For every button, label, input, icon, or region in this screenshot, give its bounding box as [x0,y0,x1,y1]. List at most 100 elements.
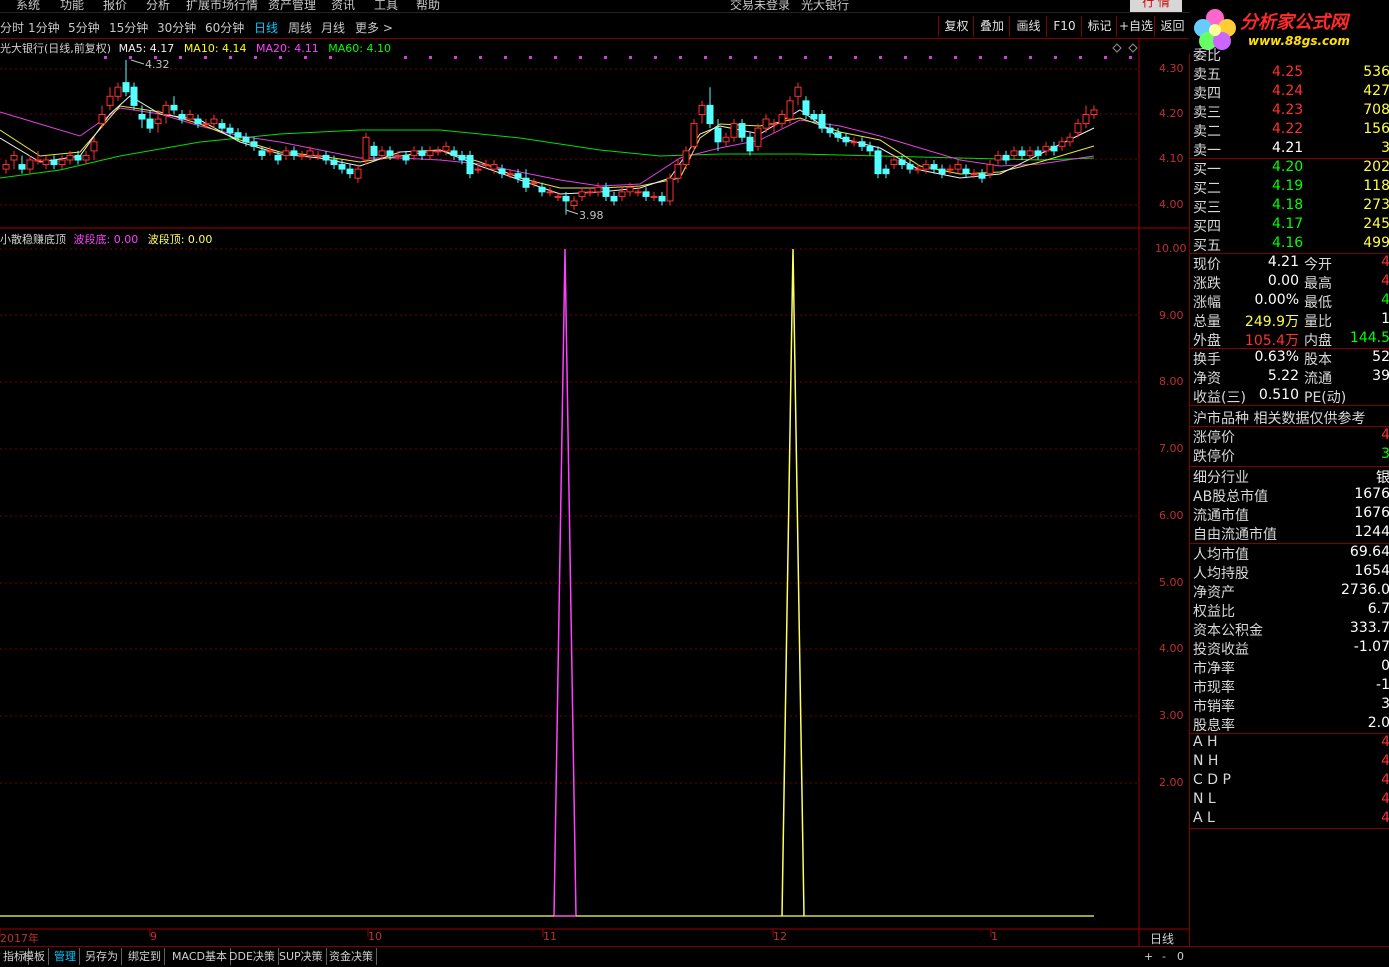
period-weekly[interactable]: 周线 [288,19,312,36]
menu-system[interactable]: 系统 [16,0,40,12]
menu-asset-management[interactable]: 资产管理 [268,0,316,12]
indicator-tick: 8.00 [1159,375,1184,388]
ma60-line [0,129,1095,179]
period-monthly[interactable]: 月线 [321,19,345,36]
menu-help[interactable]: 帮助 [416,0,440,12]
x-axis-label: 9 [150,930,157,943]
candlestick [786,100,794,120]
company-row-value: 1676 [1354,486,1389,502]
pivot-row-label: A H [1193,734,1218,750]
bid-level-2-label: 买二 [1193,181,1221,197]
bottom-signal-value: 波段底: 0.00 [73,233,139,246]
ask-price: 4.24 [1272,83,1304,99]
candlestick [1074,123,1082,134]
pivot-row-label: C D P [1193,772,1231,788]
signal-marker [929,56,932,59]
per-share-row: 资本公积金 333.7 [1190,620,1389,639]
adjust-button[interactable]: 复权 [938,16,974,37]
ask-level-4-value: 427 [1363,83,1389,99]
period-60min[interactable]: 60分钟 [205,19,244,36]
company-row: AB股总市值 1676 [1190,486,1389,505]
signal-marker [1079,56,1082,59]
period-1min[interactable]: 1分钟 [28,19,60,36]
x-axis-label: 10 [368,930,382,943]
indicator-tick: 9.00 [1159,309,1184,322]
signal-marker [254,56,257,59]
tab-fund-decision[interactable]: 资金决策 [326,948,377,965]
candlestick [410,150,418,156]
quote-stat-row-label-1: 现价 [1193,257,1221,273]
chart-area[interactable]: 4.32 3.98 [0,38,1189,946]
signal-marker [979,56,982,59]
menu-analysis[interactable]: 分析 [146,0,170,12]
tab-macd[interactable]: MACD基本 [169,948,231,965]
ask-level-4-label: 卖四 [1193,86,1221,102]
period-more[interactable]: 更多 > [355,19,393,36]
company-row-label: 细分行业 [1193,470,1249,486]
candlestick [122,82,130,93]
indicator-name[interactable]: 小散稳赚底顶 [0,233,66,246]
tab-sup[interactable]: SUP决策 [276,948,327,965]
bid-level-2: 买二 118 4.19 [1190,178,1389,197]
candlestick [938,168,946,175]
candlestick [210,118,218,125]
back-button[interactable]: 返回 [1154,16,1190,37]
ma5-value: MA5: 4.17 [118,42,175,55]
zoom-in-button[interactable]: + [1141,948,1156,965]
indicator-tick: 2.00 [1159,776,1184,789]
tab-manage[interactable]: 管理 [51,948,80,965]
price-tick: 4.30 [1159,62,1184,75]
per-share-row-label: 市净率 [1193,661,1235,677]
indicator-tick: 3.00 [1159,709,1184,722]
ma10-line [0,105,1095,189]
quote-stat-row-value-1: 4.21 [1267,254,1299,270]
bid-level-1-label: 买一 [1193,162,1221,178]
period-intraday[interactable]: 分时 [0,19,24,36]
per-share-row-value: 69.64 [1349,544,1389,560]
tab-bind-to[interactable]: 绑定到 [125,948,165,965]
candlestick [946,168,954,171]
period-15min[interactable]: 15分钟 [109,19,148,36]
x-axis-label: 12 [773,930,787,943]
candlestick [146,118,154,129]
signal-marker [279,56,282,59]
per-share-row: 权益比 6.7 [1190,601,1389,620]
menu-tools[interactable]: 工具 [374,0,398,12]
draw-line-button[interactable]: 画线 [1009,16,1047,37]
candlestick [314,154,322,157]
market-note-row: 沪市品种 相关数据仅供参考 [1190,408,1389,427]
period-daily[interactable]: 日线 [254,19,278,36]
menu-extended-market[interactable]: 扩展市场行情 [186,0,258,12]
candlestick [1058,141,1066,147]
bid-level-3: 买三 273 4.18 [1190,197,1389,216]
tab-save-as[interactable]: 另存为 [82,948,122,965]
per-share-row-value: 0 [1381,658,1389,674]
order-ratio-label: 委比 [1193,48,1221,64]
add-watchlist-button[interactable]: +自选 [1116,16,1155,37]
signal-marker [954,56,957,59]
quote-button[interactable]: 行 情 [1130,0,1182,12]
candlestick [738,123,746,138]
fund-stat-row-label-2: 流通 [1304,371,1332,387]
candlestick [618,191,626,197]
candlestick [338,164,346,170]
period-30min[interactable]: 30分钟 [157,19,196,36]
zoom-reset-button[interactable]: 0 [1174,948,1187,965]
bid-level-1-value: 202 [1363,159,1389,175]
ask-level-3-value: 708 [1363,102,1389,118]
f10-button[interactable]: F10 [1046,16,1082,37]
overlay-button[interactable]: 叠加 [973,16,1010,37]
zoom-out-button[interactable]: - [1159,948,1169,965]
candlestick [690,123,698,147]
menu-quote[interactable]: 报价 [103,0,127,12]
tab-template[interactable]: 模板 [20,948,49,965]
period-5min[interactable]: 5分钟 [68,19,100,36]
candlestick [546,191,554,194]
menu-function[interactable]: 功能 [60,0,84,12]
menu-news[interactable]: 资讯 [331,0,355,12]
tab-dde[interactable]: DDE决策 [226,948,279,965]
pivot-row: C D P 4 [1190,772,1389,791]
mark-button[interactable]: 标记 [1081,16,1117,37]
indicator-tick: 5.00 [1159,576,1184,589]
quote-stat-row: 总量 249.9万 量比 1 [1190,311,1389,330]
